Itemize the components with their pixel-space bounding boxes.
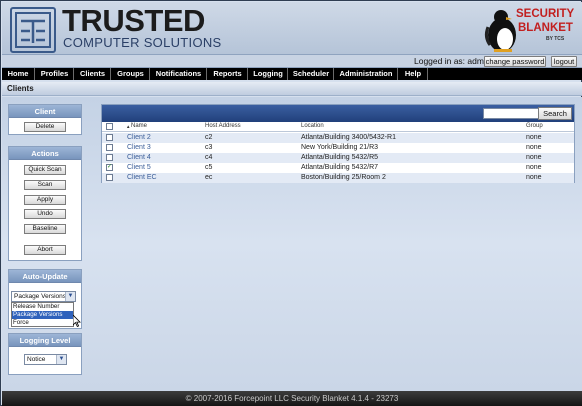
host-address: ec (205, 174, 213, 181)
tcs-logo-icon (10, 7, 56, 53)
header-banner: TRUSTED COMPUTER SOLUTIONS SECURITY BLAN… (2, 2, 582, 55)
location: Atlanta/Building 5432/R5 (301, 154, 379, 161)
breadcrumb: Clients (2, 82, 582, 96)
copyright-text: © 2007-2016 Forcepoint LLC Security Blan… (185, 394, 399, 403)
actions-panel: Actions Quick Scan Scan Apply Undo Basel… (8, 146, 82, 261)
logging-level-selected: Notice (27, 356, 46, 363)
client-table: Search ▲ Name Host Address Location Grou… (101, 104, 575, 183)
nav-administration[interactable]: Administration (335, 68, 398, 80)
group: none (526, 134, 542, 141)
host-address: c3 (205, 144, 213, 151)
client-name-link[interactable]: Client 3 (127, 143, 151, 153)
host-address: c2 (205, 134, 213, 141)
logging-level-select[interactable]: Notice ▼ (24, 354, 67, 365)
host-address: c5 (205, 164, 213, 171)
brand-subtitle: COMPUTER SOLUTIONS (63, 35, 222, 50)
table-row[interactable]: ✓ Client 5 c5 Atlanta/Building 5432/R7 n… (102, 163, 574, 173)
chevron-down-icon[interactable]: ▼ (56, 355, 66, 364)
product-name-line1: SECURITY (516, 8, 575, 20)
row-checkbox[interactable] (106, 154, 113, 161)
row-checkbox[interactable] (106, 174, 113, 181)
baseline-button[interactable]: Baseline (24, 224, 66, 234)
page-title: Clients (7, 84, 34, 93)
nav-logging[interactable]: Logging (249, 68, 288, 80)
column-header-host[interactable]: Host Address (205, 123, 241, 129)
location: New York/Building 21/R3 (301, 144, 379, 151)
table-row[interactable]: Client EC ec Boston/Building 25/Room 2 n… (102, 173, 574, 183)
chevron-down-icon[interactable]: ▼ (65, 292, 75, 301)
abort-button[interactable]: Abort (24, 245, 66, 255)
option-release-number[interactable]: Release Number (12, 303, 73, 311)
nav-scheduler[interactable]: Scheduler (289, 68, 334, 80)
group: none (526, 154, 542, 161)
search-bar: Search (102, 105, 574, 122)
delete-button[interactable]: Delete (24, 122, 66, 132)
auto-update-dropdown: Release Number Package Versions Force (11, 302, 74, 327)
row-checkbox-checked[interactable]: ✓ (106, 164, 113, 171)
scan-button[interactable]: Scan (24, 180, 66, 190)
row-checkbox[interactable] (106, 134, 113, 141)
mouse-cursor-icon (73, 315, 81, 327)
nav-clients[interactable]: Clients (75, 68, 111, 80)
table-row[interactable]: Client 2 c2 Atlanta/Building 3400/5432-R… (102, 133, 574, 143)
client-name-link[interactable]: Client EC (127, 173, 157, 183)
location: Atlanta/Building 5432/R7 (301, 164, 379, 171)
group: none (526, 164, 542, 171)
location: Boston/Building 25/Room 2 (301, 174, 386, 181)
column-header-location[interactable]: Location (301, 123, 324, 129)
row-checkbox[interactable] (106, 144, 113, 151)
option-package-versions[interactable]: Package Versions (12, 311, 73, 319)
table-row[interactable]: Client 3 c3 New York/Building 21/R3 none (102, 143, 574, 153)
location: Atlanta/Building 3400/5432-R1 (301, 134, 396, 141)
search-button[interactable]: Search (538, 107, 572, 120)
logout-button[interactable]: logout (551, 56, 577, 67)
logging-level-panel-title: Logging Level (9, 334, 81, 347)
column-header-name[interactable]: Name (131, 123, 147, 129)
nav-notifications[interactable]: Notifications (151, 68, 207, 80)
group: none (526, 144, 542, 151)
client-name-link[interactable]: Client 5 (127, 163, 151, 173)
client-panel: Client Delete (8, 104, 82, 135)
table-row[interactable]: Client 4 c4 Atlanta/Building 5432/R5 non… (102, 153, 574, 163)
group: none (526, 174, 542, 181)
quick-scan-button[interactable]: Quick Scan (24, 165, 66, 175)
client-name-link[interactable]: Client 2 (127, 133, 151, 143)
nav-groups[interactable]: Groups (112, 68, 150, 80)
host-address: c4 (205, 154, 213, 161)
column-header-group[interactable]: Group (526, 123, 543, 129)
nav-reports[interactable]: Reports (208, 68, 248, 80)
brand-title: TRUSTED (62, 3, 205, 38)
table-header: ▲ Name Host Address Location Group (102, 122, 574, 132)
nav-profiles[interactable]: Profiles (36, 68, 74, 80)
logging-level-panel: Logging Level Notice ▼ (8, 333, 82, 375)
product-by: BY TCS (546, 36, 565, 42)
undo-button[interactable]: Undo (24, 209, 66, 219)
auto-update-select[interactable]: Package Versions ▼ (11, 291, 76, 302)
client-name-link[interactable]: Client 4 (127, 153, 151, 163)
change-password-button[interactable]: change password (484, 56, 546, 67)
logged-in-text: Logged in as: admin (414, 56, 491, 66)
nav-home[interactable]: Home (2, 68, 35, 80)
apply-button[interactable]: Apply (24, 195, 66, 205)
app-window: TRUSTED COMPUTER SOLUTIONS SECURITY BLAN… (0, 0, 582, 406)
product-name-line2: BLANKET (518, 22, 573, 34)
nav-help[interactable]: Help (399, 68, 428, 80)
select-all-checkbox[interactable] (106, 123, 113, 130)
actions-panel-title: Actions (9, 147, 81, 160)
footer: © 2007-2016 Forcepoint LLC Security Blan… (2, 391, 582, 406)
option-force[interactable]: Force (12, 319, 73, 327)
user-bar: Logged in as: admin change password logo… (2, 55, 582, 68)
sort-asc-icon: ▲ (126, 124, 131, 129)
client-panel-title: Client (9, 105, 81, 118)
main-nav: Home Profiles Clients Groups Notificatio… (2, 68, 582, 80)
auto-update-selected: Package Versions (14, 293, 67, 300)
auto-update-panel-title: Auto-Update (9, 270, 81, 283)
